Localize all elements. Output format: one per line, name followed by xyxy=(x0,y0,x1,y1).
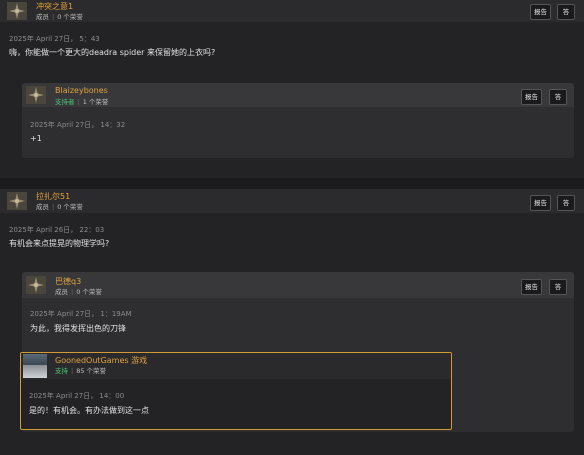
post-1: 冲突之意1 成员 | 0 个荣誉 报告 答 2025年 April 27日， 5：4… xyxy=(0,0,584,178)
reply-button[interactable]: 答 xyxy=(557,4,575,20)
compass-emblem-icon xyxy=(26,276,46,294)
quote-date: 2025年 April 27日， 14：32 xyxy=(30,121,126,129)
user-honors: 0 个荣誉 xyxy=(57,203,83,211)
quoted-reply: Blaizeybones 支持者 | 1 个荣誉 报告 答 2025年 April … xyxy=(22,83,574,158)
post-date: 2025年 April 27日， 5：43 xyxy=(9,35,100,43)
nested-quote: GoonedOutGames 游戏 支持 | 85 个荣誉 2025年 April … xyxy=(20,352,452,430)
post-body: 嗨，你能做一个更大的deadra spider 来保留她的上衣吗? xyxy=(9,48,216,57)
post-header xyxy=(0,189,584,213)
quote-date: 2025年 April 27日， 1：19AM xyxy=(30,310,132,318)
post-date: 2025年 April 26日， 22：03 xyxy=(9,226,105,234)
user-honors: 0 个荣誉 xyxy=(57,13,83,21)
user-meta: 成员 | 0 个荣誉 xyxy=(36,201,83,211)
avatar[interactable] xyxy=(26,86,46,104)
separator: | xyxy=(71,367,74,375)
compass-emblem-icon xyxy=(26,86,46,104)
quoted-reply: 巴德q3 成员 | 0 个荣誉 报告 答 2025年 April 27日， 1：19… xyxy=(20,272,574,432)
user-photo-avatar[interactable] xyxy=(23,354,47,378)
user-meta: 成员 | 0 个荣誉 xyxy=(55,286,102,296)
user-honors: 0 个荣誉 xyxy=(76,288,102,296)
separator: | xyxy=(71,288,74,296)
reply-button[interactable]: 答 xyxy=(557,195,575,211)
user-role: 成员 xyxy=(55,288,68,296)
user-meta: 支持者 | 1 个荣誉 xyxy=(55,96,108,106)
username[interactable]: Blaizeybones xyxy=(55,86,108,95)
separator: | xyxy=(52,203,55,211)
nested-quote-body: 是的！有机会。有办法做到这一点 xyxy=(29,406,149,415)
report-button[interactable]: 报告 xyxy=(521,279,542,295)
separator: | xyxy=(77,98,80,106)
report-button[interactable]: 报告 xyxy=(521,89,542,105)
quote-body: 为此，我得发挥出色的刀锋 xyxy=(30,324,126,333)
compass-emblem-icon xyxy=(7,2,27,20)
nested-quote-date: 2025年 April 27日， 14：00 xyxy=(29,392,125,400)
post-body: 有机会来点提晃的物理学吗? xyxy=(9,239,110,248)
user-role: 成员 xyxy=(36,13,49,21)
user-role: 支持者 xyxy=(55,98,75,106)
avatar[interactable] xyxy=(26,276,46,294)
report-button[interactable]: 报告 xyxy=(530,4,551,20)
user-honors: 85 个荣誉 xyxy=(76,367,107,375)
compass-emblem-icon xyxy=(7,192,27,210)
user-honors: 1 个荣誉 xyxy=(82,98,109,106)
quote-header xyxy=(22,272,574,298)
user-role: 成员 xyxy=(36,203,49,211)
reply-button[interactable]: 答 xyxy=(549,89,567,105)
user-meta: 成员 | 0 个荣誉 xyxy=(36,11,83,21)
separator: | xyxy=(52,13,55,21)
avatar[interactable] xyxy=(7,192,27,210)
reply-button[interactable]: 答 xyxy=(549,279,567,295)
user-meta: 支持 | 85 个荣誉 xyxy=(55,365,106,375)
post-header xyxy=(0,0,584,22)
avatar[interactable] xyxy=(7,2,27,20)
user-role: 支持 xyxy=(55,367,68,375)
post-2: 拉扎尔51 成员 | 0 个荣誉 报告 答 2025年 April 26日， 22：… xyxy=(0,189,584,455)
report-button[interactable]: 报告 xyxy=(530,195,551,211)
quote-body: +1 xyxy=(30,134,42,143)
